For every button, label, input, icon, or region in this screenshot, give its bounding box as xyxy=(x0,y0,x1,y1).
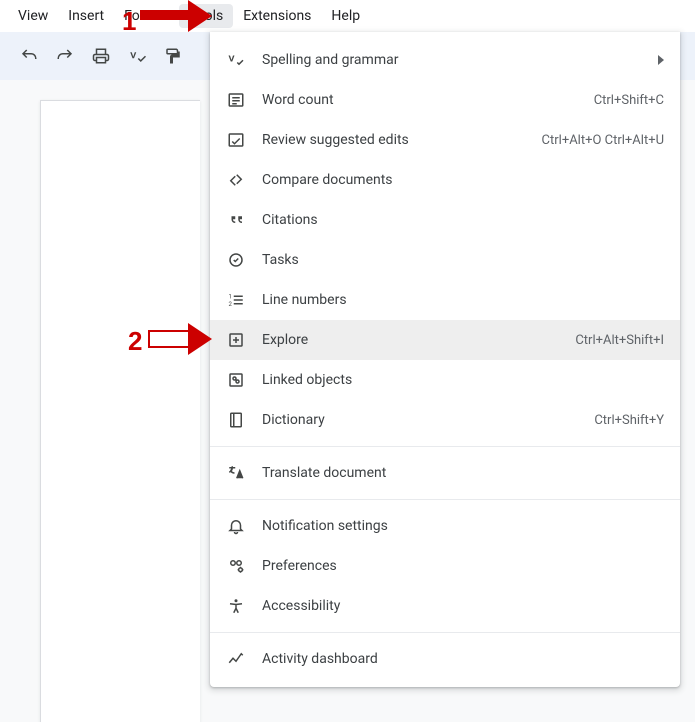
menu-label: View xyxy=(18,8,48,24)
undo-icon xyxy=(20,47,38,65)
preferences-icon xyxy=(226,556,246,576)
spellcheck-icon xyxy=(128,47,146,65)
paint-format-button[interactable] xyxy=(162,45,184,67)
menu-label: Tools xyxy=(189,8,223,24)
redo-icon xyxy=(56,47,74,65)
menu-label: Extensions xyxy=(243,8,311,24)
menu-insert[interactable]: Insert xyxy=(58,4,114,28)
menu-item-dictionary[interactable]: Dictionary Ctrl+Shift+Y xyxy=(210,400,680,440)
menu-label: Help xyxy=(331,8,360,24)
review-edits-icon xyxy=(226,130,246,150)
menu-item-shortcut: Ctrl+Alt+Shift+I xyxy=(575,333,664,348)
menu-item-label: Spelling and grammar xyxy=(262,52,646,68)
submenu-arrow-icon xyxy=(658,55,664,65)
menu-item-label: Explore xyxy=(262,332,563,348)
activity-dashboard-icon xyxy=(226,649,246,669)
tasks-icon xyxy=(226,250,246,270)
menu-item-label: Dictionary xyxy=(262,412,582,428)
menu-item-label: Activity dashboard xyxy=(262,651,664,667)
menu-help[interactable]: Help xyxy=(321,4,370,28)
menu-item-shortcut: Ctrl+Shift+Y xyxy=(594,413,664,428)
svg-text:1: 1 xyxy=(229,294,232,301)
citations-icon xyxy=(226,210,246,230)
menu-item-shortcut: Ctrl+Alt+O Ctrl+Alt+U xyxy=(542,133,664,148)
undo-button[interactable] xyxy=(18,45,40,67)
menu-item-preferences[interactable]: Preferences xyxy=(210,546,680,586)
menu-item-activity-dashboard[interactable]: Activity dashboard xyxy=(210,639,680,679)
print-button[interactable] xyxy=(90,45,112,67)
menu-item-label: Translate document xyxy=(262,465,664,481)
menu-item-accessibility[interactable]: Accessibility xyxy=(210,586,680,626)
menu-item-citations[interactable]: Citations xyxy=(210,200,680,240)
translate-icon xyxy=(226,463,246,483)
menu-extensions[interactable]: Extensions xyxy=(233,4,321,28)
linked-objects-icon xyxy=(226,370,246,390)
menu-item-label: Tasks xyxy=(262,252,664,268)
menu-view[interactable]: View xyxy=(8,4,58,28)
menu-item-compare-documents[interactable]: Compare documents xyxy=(210,160,680,200)
spellcheck-button[interactable] xyxy=(126,45,148,67)
menu-item-spelling-grammar[interactable]: Spelling and grammar xyxy=(210,40,680,80)
menu-item-label: Citations xyxy=(262,212,664,228)
svg-text:2: 2 xyxy=(229,301,233,308)
menubar: View Insert Format Tools Extensions Help xyxy=(0,0,695,32)
menu-item-word-count[interactable]: Word count Ctrl+Shift+C xyxy=(210,80,680,120)
menu-item-line-numbers[interactable]: 12 Line numbers xyxy=(210,280,680,320)
spellcheck-icon xyxy=(226,50,246,70)
word-count-icon xyxy=(226,90,246,110)
menu-item-explore[interactable]: Explore Ctrl+Alt+Shift+I xyxy=(210,320,680,360)
menu-item-label: Preferences xyxy=(262,558,664,574)
document-page[interactable] xyxy=(40,100,200,722)
menu-item-tasks[interactable]: Tasks xyxy=(210,240,680,280)
menu-item-label: Line numbers xyxy=(262,292,664,308)
menu-item-label: Review suggested edits xyxy=(262,132,530,148)
menu-item-translate-document[interactable]: Translate document xyxy=(210,453,680,493)
menu-item-linked-objects[interactable]: Linked objects xyxy=(210,360,680,400)
menu-item-notification-settings[interactable]: Notification settings xyxy=(210,506,680,546)
menu-item-label: Notification settings xyxy=(262,518,664,534)
explore-icon xyxy=(226,330,246,350)
menu-item-label: Compare documents xyxy=(262,172,664,188)
menu-separator xyxy=(210,446,680,447)
accessibility-icon xyxy=(226,596,246,616)
menu-item-review-suggested-edits[interactable]: Review suggested edits Ctrl+Alt+O Ctrl+A… xyxy=(210,120,680,160)
dictionary-icon xyxy=(226,410,246,430)
line-numbers-icon: 12 xyxy=(226,290,246,310)
compare-docs-icon xyxy=(226,170,246,190)
menu-label: Format xyxy=(124,8,169,24)
menu-item-label: Linked objects xyxy=(262,372,664,388)
tools-dropdown: Spelling and grammar Word count Ctrl+Shi… xyxy=(210,32,680,687)
redo-button[interactable] xyxy=(54,45,76,67)
menu-item-shortcut: Ctrl+Shift+C xyxy=(594,93,664,108)
menu-tools[interactable]: Tools xyxy=(179,4,233,28)
menu-separator xyxy=(210,632,680,633)
paint-format-icon xyxy=(164,47,182,65)
notification-icon xyxy=(226,516,246,536)
menu-item-label: Accessibility xyxy=(262,598,664,614)
menu-separator xyxy=(210,499,680,500)
menu-label: Insert xyxy=(68,8,104,24)
menu-format[interactable]: Format xyxy=(114,4,179,28)
menu-item-label: Word count xyxy=(262,92,582,108)
print-icon xyxy=(92,47,110,65)
